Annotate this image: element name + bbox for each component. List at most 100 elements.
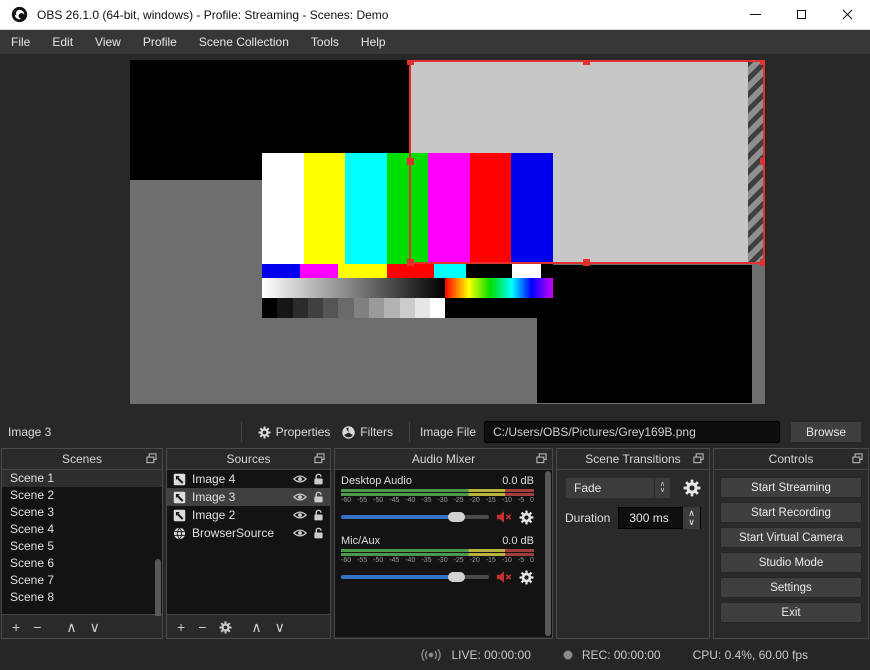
browse-button[interactable]: Browse (790, 421, 862, 443)
menu-item[interactable]: View (84, 30, 132, 54)
scene-item[interactable]: Scene 6 (2, 555, 162, 572)
lock-open-icon[interactable] (313, 527, 324, 539)
filters-label: Filters (360, 425, 393, 439)
menu-item[interactable]: File (0, 30, 41, 54)
volume-slider[interactable] (341, 572, 489, 582)
control-button[interactable]: Start Recording (720, 502, 862, 523)
source-item[interactable]: BrowserSource (167, 524, 330, 542)
image-file-input[interactable]: C:/Users/OBS/Pictures/Grey169B.png (484, 421, 780, 443)
lock-open-icon[interactable] (313, 491, 324, 503)
move-source-down-button[interactable]: ∨ (275, 616, 285, 638)
channel-settings-gear-icon[interactable] (519, 570, 534, 585)
volume-slider[interactable] (341, 512, 489, 522)
move-scene-up-button[interactable]: ∧ (66, 616, 76, 638)
duration-spinbox[interactable]: 300 ms ∧ ∨ (618, 507, 701, 529)
mute-icon[interactable] (496, 510, 512, 524)
selection-handle[interactable] (407, 60, 414, 65)
scene-item[interactable]: Scene 1 (2, 470, 162, 487)
source-item[interactable]: Image 4 (167, 470, 330, 488)
meter-tick: -20 (469, 497, 480, 504)
gray-step (323, 298, 339, 318)
transition-settings-gear-icon[interactable] (683, 479, 701, 497)
mixer-scrollbar[interactable] (545, 471, 551, 636)
lock-open-icon[interactable] (313, 473, 324, 485)
move-source-up-button[interactable]: ∧ (251, 616, 261, 638)
gray-step (368, 298, 385, 318)
popout-icon[interactable] (146, 453, 157, 464)
selection-handle[interactable] (407, 158, 414, 165)
remove-scene-button[interactable]: − (33, 616, 41, 638)
control-button[interactable]: Start Virtual Camera (720, 527, 862, 548)
selection-handle[interactable] (583, 259, 590, 266)
transition-select[interactable]: Fade ∧ ∨ (565, 477, 671, 499)
properties-button[interactable]: Properties (252, 422, 337, 442)
control-button[interactable]: Start Streaming (720, 477, 862, 498)
menu-item[interactable]: Edit (41, 30, 84, 54)
menu-item[interactable]: Profile (132, 30, 188, 54)
maximize-button[interactable] (778, 0, 824, 30)
popout-icon[interactable] (536, 453, 547, 464)
audio-mixer-title: Audio Mixer (411, 452, 476, 466)
minimize-button[interactable] (732, 0, 778, 30)
popout-icon[interactable] (314, 453, 325, 464)
visibility-eye-icon[interactable] (293, 474, 307, 484)
selection-handle[interactable] (760, 60, 765, 65)
preview-source-black-bottom[interactable] (537, 265, 752, 403)
remove-source-button[interactable]: − (198, 616, 206, 638)
selection-handle[interactable] (760, 259, 765, 266)
color-bar-small (337, 264, 388, 278)
mute-icon[interactable] (496, 570, 512, 584)
menu-item[interactable]: Tools (300, 30, 350, 54)
scene-item[interactable]: Scene 4 (2, 521, 162, 538)
channel-level: 0.0 dB (502, 475, 534, 487)
globe-icon (173, 527, 186, 540)
scene-item[interactable]: Scene 5 (2, 538, 162, 555)
lock-open-icon[interactable] (313, 509, 324, 521)
color-bar-small (262, 264, 300, 278)
maximize-icon (796, 10, 806, 19)
source-properties-gear-icon[interactable] (219, 620, 232, 634)
scene-item[interactable]: Scene 8 (2, 589, 162, 606)
volume-slider-thumb[interactable] (448, 512, 466, 522)
channel-settings-gear-icon[interactable] (519, 510, 534, 525)
selected-source-bounding-box[interactable] (407, 60, 765, 266)
gear-icon (258, 425, 271, 439)
volume-slider-thumb[interactable] (448, 572, 466, 582)
visibility-eye-icon[interactable] (293, 492, 307, 502)
move-scene-down-button[interactable]: ∨ (90, 616, 100, 638)
rec-timer: REC: 00:00:00 (581, 648, 661, 662)
menu-item[interactable]: Help (350, 30, 397, 54)
control-button[interactable]: Studio Mode (720, 552, 862, 573)
spin-buttons[interactable]: ∧ ∨ (683, 507, 700, 529)
source-item[interactable]: Image 2 (167, 506, 330, 524)
scene-item[interactable]: Scene 7 (2, 572, 162, 589)
popout-icon[interactable] (852, 453, 863, 464)
meter-tick: -15 (485, 497, 496, 504)
visibility-eye-icon[interactable] (293, 510, 307, 520)
control-button[interactable]: Exit (720, 602, 862, 623)
control-button[interactable]: Settings (720, 577, 862, 598)
gray-steps (262, 298, 446, 318)
filters-button[interactable]: Filters (336, 422, 399, 442)
close-button[interactable] (824, 0, 870, 30)
scene-item[interactable]: Scene 2 (2, 487, 162, 504)
separator (408, 422, 410, 442)
gray-step (262, 298, 278, 318)
titlebar: OBS 26.1.0 (64-bit, windows) - Profile: … (0, 0, 870, 30)
selection-handle[interactable] (760, 158, 765, 165)
popout-icon[interactable] (693, 453, 704, 464)
add-source-button[interactable]: + (177, 616, 185, 638)
preview-canvas[interactable] (130, 60, 765, 404)
filters-icon (342, 425, 356, 439)
selection-handle[interactable] (407, 259, 414, 266)
source-item[interactable]: Image 3 (167, 488, 330, 506)
sources-panel-header: Sources (167, 449, 330, 469)
menu-item[interactable]: Scene Collection (188, 30, 300, 54)
visibility-eye-icon[interactable] (293, 528, 307, 538)
meter-tick: -25 (453, 497, 464, 504)
meter-tick: -30 (437, 557, 448, 564)
add-scene-button[interactable]: + (12, 616, 20, 638)
selection-handle[interactable] (583, 60, 590, 65)
scene-item[interactable]: Scene 3 (2, 504, 162, 521)
color-bar (303, 153, 346, 264)
